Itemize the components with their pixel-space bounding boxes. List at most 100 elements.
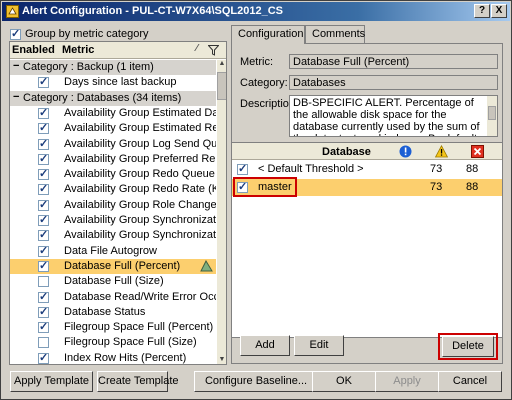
- help-button[interactable]: ?: [474, 4, 490, 18]
- sort-icon[interactable]: ⁄: [196, 43, 198, 54]
- group-by-category-checkbox[interactable]: Group by metric category: [10, 27, 149, 40]
- scroll-down-icon[interactable]: ▼: [217, 356, 226, 364]
- threshold-database-name: < Default Threshold >: [258, 163, 364, 175]
- metric-label: Database Full (Size): [64, 275, 164, 287]
- apply-button[interactable]: Apply: [375, 371, 439, 392]
- warning-threshold-value[interactable]: 73: [430, 181, 442, 193]
- metric-label: Availability Group Preferred Replica: [64, 153, 216, 165]
- column-enabled[interactable]: Enabled: [12, 44, 55, 56]
- metric-row[interactable]: Availability Group Role Change: [10, 198, 216, 213]
- metric-label: Availability Group Redo Queue Siz...: [64, 168, 216, 180]
- edit-button[interactable]: Edit: [294, 335, 344, 356]
- metric-row[interactable]: Availability Group Preferred Replica: [10, 152, 216, 167]
- metric-enabled-checkbox[interactable]: [38, 259, 49, 272]
- threshold-row-master[interactable]: master 73 88: [232, 179, 502, 196]
- metric-enabled-checkbox[interactable]: [38, 182, 49, 195]
- metric-row[interactable]: Database Read/Write Error Occurr...: [10, 290, 216, 305]
- metric-row[interactable]: Availability Group Synchronization...: [10, 228, 216, 243]
- metric-label: Database Full (Percent): [64, 260, 181, 272]
- metric-row[interactable]: Availability Group Estimated Recov...: [10, 121, 216, 136]
- metric-label: Availability Group Synchronization...: [64, 214, 216, 226]
- description-field[interactable]: DB-SPECIFIC ALERT. Percentage of the all…: [289, 95, 498, 137]
- metric-row[interactable]: Data File Autogrow: [10, 244, 216, 259]
- threshold-grid-header: Database: [232, 143, 502, 160]
- metric-row[interactable]: Availability Group Log Send Queue...: [10, 137, 216, 152]
- title-bar[interactable]: Alert Configuration - PUL-CT-W7X64\SQL20…: [2, 2, 510, 21]
- metric-row[interactable]: Availability Group Redo Queue Siz...: [10, 167, 216, 182]
- create-template-button[interactable]: Create Template: [97, 371, 179, 392]
- metric-enabled-checkbox[interactable]: [38, 75, 49, 88]
- metric-row[interactable]: Availability Group Estimated Data...: [10, 106, 216, 121]
- critical-threshold-value[interactable]: 88: [466, 181, 478, 193]
- metric-enabled-checkbox[interactable]: [38, 290, 49, 303]
- category-row[interactable]: − Category : Databases (34 items): [10, 91, 216, 106]
- filter-icon[interactable]: [208, 45, 219, 56]
- metric-enabled-checkbox[interactable]: [38, 305, 49, 318]
- metric-row[interactable]: Filegroup Space Full (Size): [10, 335, 216, 350]
- threshold-grid: Database < Default Threshold > 73: [232, 142, 502, 338]
- window-title: Alert Configuration - PUL-CT-W7X64\SQL20…: [22, 5, 283, 17]
- critical-threshold-value[interactable]: 88: [466, 163, 478, 175]
- threshold-enabled-checkbox[interactable]: [237, 180, 248, 193]
- metric-row[interactable]: Database Status: [10, 305, 216, 320]
- column-database[interactable]: Database: [322, 146, 371, 158]
- metric-row[interactable]: Database Full (Size): [10, 274, 216, 289]
- close-button[interactable]: X: [491, 4, 507, 18]
- metric-row[interactable]: Index Row Hits (Percent): [10, 351, 216, 364]
- collapse-icon[interactable]: −: [13, 91, 19, 103]
- delete-button[interactable]: Delete: [442, 336, 494, 357]
- category-row[interactable]: − Category : Backup (1 item): [10, 60, 216, 75]
- metric-label: Database Read/Write Error Occurr...: [64, 291, 216, 303]
- metric-enabled-checkbox[interactable]: [38, 167, 49, 180]
- metric-enabled-checkbox[interactable]: [38, 244, 49, 257]
- collapse-icon[interactable]: −: [13, 60, 19, 72]
- metric-label: Availability Group Redo Rate (KB/s...: [64, 183, 216, 195]
- ok-button[interactable]: OK: [312, 371, 376, 392]
- description-scrollbar[interactable]: [487, 96, 497, 136]
- metric-enabled-checkbox[interactable]: [38, 351, 49, 364]
- metric-enabled-checkbox[interactable]: [38, 106, 49, 119]
- info-icon: [399, 145, 412, 158]
- metric-enabled-checkbox[interactable]: [38, 152, 49, 165]
- critical-icon: [471, 145, 484, 158]
- metric-enabled-checkbox[interactable]: [38, 121, 49, 134]
- metric-rows: −Category : Backup (1 item)Days since la…: [10, 60, 216, 364]
- metric-label: Data File Autogrow: [64, 245, 157, 257]
- metric-enabled-checkbox[interactable]: [38, 276, 49, 287]
- checkbox-icon[interactable]: [10, 27, 21, 40]
- metric-enabled-checkbox[interactable]: [38, 320, 49, 333]
- customized-threshold-icon: [200, 260, 213, 272]
- metric-label: Availability Group Estimated Data...: [64, 107, 216, 119]
- cancel-button[interactable]: Cancel: [438, 371, 502, 392]
- column-metric[interactable]: Metric: [62, 44, 94, 56]
- configure-baseline-button[interactable]: Configure Baseline...: [194, 371, 318, 392]
- metric-list[interactable]: Enabled Metric ⁄ − Category : Backup (1 i…: [9, 41, 227, 365]
- metric-enabled-checkbox[interactable]: [38, 137, 49, 150]
- metric-row[interactable]: Days since last backup: [10, 75, 216, 90]
- category-field-label: Category:: [240, 77, 288, 89]
- scroll-up-icon[interactable]: ▲: [217, 60, 226, 70]
- threshold-row-default[interactable]: < Default Threshold > 73 88: [232, 161, 502, 178]
- metric-list-scrollbar[interactable]: ▲ ▼: [217, 60, 226, 364]
- apply-template-button[interactable]: Apply Template: [10, 371, 93, 392]
- tab-configuration[interactable]: Configuration: [231, 25, 305, 44]
- metric-row[interactable]: Availability Group Synchronization...: [10, 213, 216, 228]
- threshold-enabled-checkbox[interactable]: [237, 162, 248, 175]
- metric-label: Availability Group Role Change: [64, 199, 216, 211]
- tab-comments[interactable]: Comments: [305, 25, 365, 43]
- metric-label: Index Row Hits (Percent): [64, 352, 187, 364]
- scroll-thumb[interactable]: [217, 72, 226, 100]
- metric-row[interactable]: Availability Group Redo Rate (KB/s...: [10, 182, 216, 197]
- metric-enabled-checkbox[interactable]: [38, 213, 49, 226]
- description-text: DB-SPECIFIC ALERT. Percentage of the all…: [293, 97, 480, 136]
- add-button[interactable]: Add: [240, 335, 290, 356]
- metric-label: Days since last backup: [64, 76, 177, 88]
- metric-enabled-checkbox[interactable]: [38, 337, 49, 348]
- metric-row[interactable]: Filegroup Space Full (Percent): [10, 320, 216, 335]
- threshold-database-name: master: [258, 181, 292, 193]
- warning-threshold-value[interactable]: 73: [430, 163, 442, 175]
- metric-enabled-checkbox[interactable]: [38, 198, 49, 211]
- metric-enabled-checkbox[interactable]: [38, 228, 49, 241]
- metric-list-header: Enabled Metric ⁄: [10, 42, 226, 59]
- metric-row[interactable]: Database Full (Percent): [10, 259, 216, 274]
